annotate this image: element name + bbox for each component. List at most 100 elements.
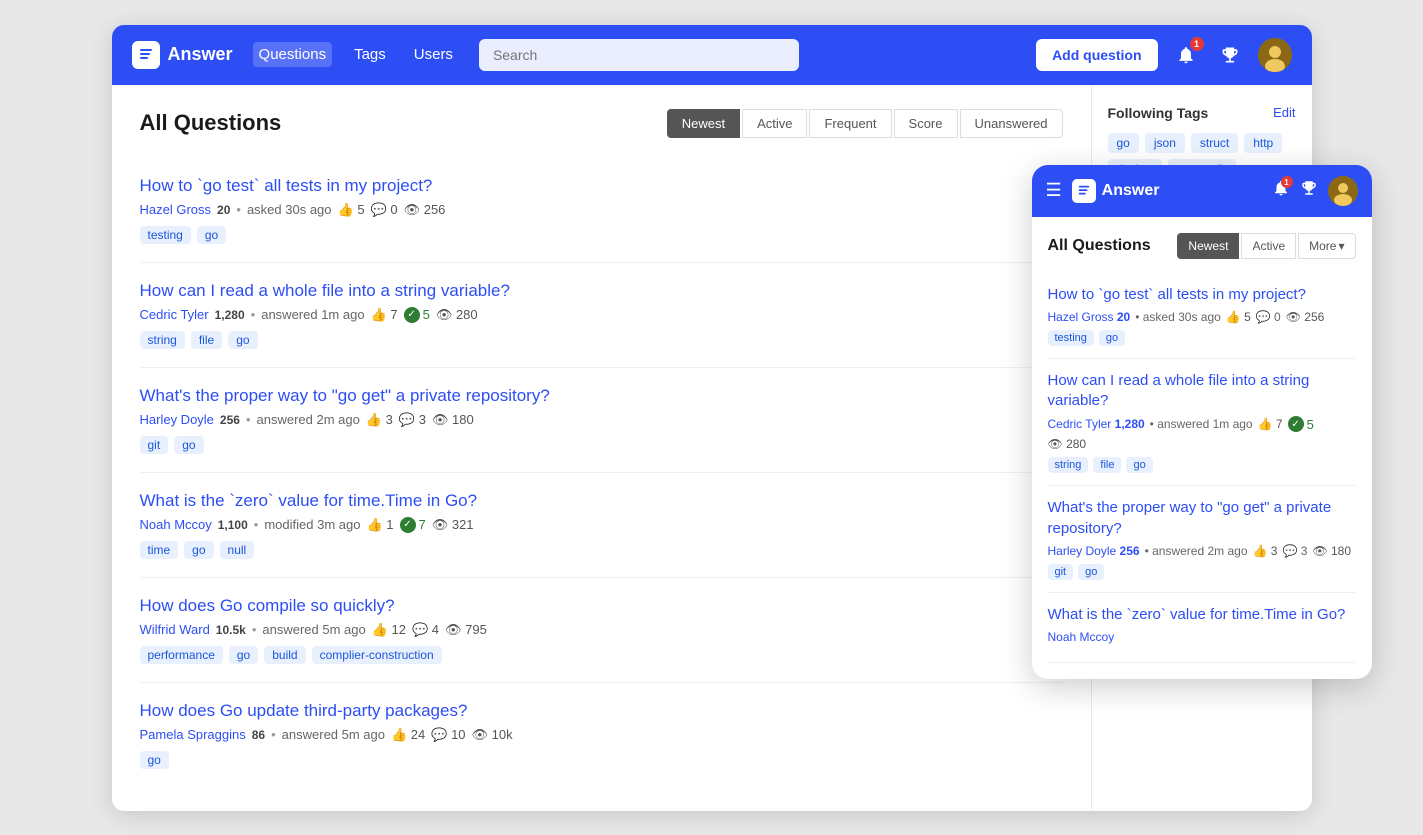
tag[interactable]: string xyxy=(1048,457,1089,473)
view-count: 👁 795 xyxy=(445,622,487,638)
mobile-questions-list: How to `go test` all tests in my project… xyxy=(1048,273,1356,664)
tag[interactable]: git xyxy=(1048,564,1074,580)
hamburger-button[interactable]: ☰ xyxy=(1046,180,1062,201)
question-title[interactable]: How to `go test` all tests in my project… xyxy=(140,176,1063,196)
question-title[interactable]: What is the `zero` value for time.Time i… xyxy=(1048,605,1356,625)
tag[interactable]: go xyxy=(229,646,258,664)
question-author[interactable]: Cedric Tyler 1,280 xyxy=(1048,417,1145,431)
questions-list: How to `go test` all tests in my project… xyxy=(140,158,1063,787)
question-author[interactable]: Hazel Gross xyxy=(140,202,212,217)
nav-tags[interactable]: Tags xyxy=(348,42,392,67)
question-tags: testing go xyxy=(1048,330,1356,346)
tag[interactable]: build xyxy=(264,646,305,664)
mobile-trophy-button[interactable] xyxy=(1300,179,1318,202)
question-title[interactable]: How to `go test` all tests in my project… xyxy=(1048,285,1356,305)
filter-unanswered[interactable]: Unanswered xyxy=(960,109,1063,138)
vote-count: 👍 1 xyxy=(366,517,393,533)
tag[interactable]: testing xyxy=(1048,330,1094,346)
logo: Answer xyxy=(132,41,233,69)
filter-newest[interactable]: Newest xyxy=(667,109,740,138)
view-count: 👁 280 xyxy=(436,307,478,323)
answer-count: ✓ 5 xyxy=(404,307,430,323)
following-tags-header: Following Tags Edit xyxy=(1108,105,1296,121)
tag[interactable]: complier-construction xyxy=(312,646,442,664)
question-meta: Noah Mccoy 1,100 • modified 3m ago 👍 1 ✓… xyxy=(140,517,1063,533)
question-author[interactable]: Pamela Spraggins xyxy=(140,727,246,742)
add-question-button[interactable]: Add question xyxy=(1036,39,1157,71)
answer-count: 💬 3 xyxy=(399,412,426,428)
sidebar-tag[interactable]: http xyxy=(1244,133,1282,153)
tag[interactable]: testing xyxy=(140,226,191,244)
tag[interactable]: go xyxy=(174,436,203,454)
question-title[interactable]: What is the `zero` value for time.Time i… xyxy=(140,491,1063,511)
mobile-filter-active[interactable]: Active xyxy=(1241,233,1296,259)
question-title[interactable]: How can I read a whole file into a strin… xyxy=(1048,371,1356,412)
tag[interactable]: go xyxy=(140,751,169,769)
question-author[interactable]: Noah Mccoy xyxy=(140,517,212,532)
mobile-logo-svg xyxy=(1077,184,1091,198)
trophy-icon xyxy=(1220,45,1240,65)
sidebar-tag[interactable]: go xyxy=(1108,133,1139,153)
tag[interactable]: file xyxy=(191,331,222,349)
tag[interactable]: go xyxy=(228,331,257,349)
question-tags: testing go xyxy=(140,226,1063,244)
question-meta: Pamela Spraggins 86 • answered 5m ago 👍 … xyxy=(140,727,1063,743)
notification-badge: 1 xyxy=(1190,37,1204,51)
logo-svg xyxy=(138,47,154,63)
question-title[interactable]: What's the proper way to "go get" a priv… xyxy=(1048,498,1356,539)
tag[interactable]: go xyxy=(1126,457,1152,473)
question-author[interactable]: Cedric Tyler xyxy=(140,307,209,322)
tag[interactable]: go xyxy=(1099,330,1125,346)
notifications-button[interactable]: 1 xyxy=(1170,39,1202,71)
vote-count: 👍 24 xyxy=(391,727,425,743)
mobile-user-avatar[interactable] xyxy=(1328,176,1358,206)
question-title[interactable]: How does Go update third-party packages? xyxy=(140,701,1063,721)
tag[interactable]: go xyxy=(1078,564,1104,580)
question-title[interactable]: How does Go compile so quickly? xyxy=(140,596,1063,616)
tag[interactable]: git xyxy=(140,436,169,454)
mobile-filter-newest[interactable]: Newest xyxy=(1177,233,1239,259)
sidebar-tag[interactable]: struct xyxy=(1191,133,1238,153)
tag[interactable]: time xyxy=(140,541,179,559)
nav-questions[interactable]: Questions xyxy=(253,42,333,67)
mobile-questions-header: All Questions Newest Active More ▾ xyxy=(1048,233,1356,259)
mobile-window: ☰ Answer 1 xyxy=(1032,165,1372,680)
sidebar-tag[interactable]: json xyxy=(1145,133,1185,153)
question-author[interactable]: Harley Doyle 256 xyxy=(1048,544,1140,558)
tag[interactable]: string xyxy=(140,331,185,349)
view-count: 👁 321 xyxy=(432,517,474,533)
header-actions: Add question 1 xyxy=(1036,38,1291,72)
question-title[interactable]: What's the proper way to "go get" a priv… xyxy=(140,386,1063,406)
tag[interactable]: null xyxy=(220,541,255,559)
tag[interactable]: go xyxy=(184,541,213,559)
author-rep: 20 xyxy=(217,203,230,217)
question-title[interactable]: How can I read a whole file into a strin… xyxy=(140,281,1063,301)
tag[interactable]: performance xyxy=(140,646,223,664)
filter-score[interactable]: Score xyxy=(894,109,958,138)
questions-header: All Questions Newest Active Frequent Sco… xyxy=(140,109,1063,138)
question-item: How can I read a whole file into a strin… xyxy=(1048,359,1356,487)
mobile-notifications-button[interactable]: 1 xyxy=(1272,179,1290,202)
mobile-content: All Questions Newest Active More ▾ How t… xyxy=(1032,217,1372,680)
filter-tabs: Newest Active Frequent Score Unanswered xyxy=(667,109,1063,138)
question-author[interactable]: Hazel Gross 20 xyxy=(1048,310,1131,324)
time-label: modified 3m ago xyxy=(264,517,360,532)
answer-count: 💬 0 xyxy=(371,202,398,218)
tag[interactable]: file xyxy=(1093,457,1121,473)
search-input[interactable] xyxy=(479,39,799,71)
question-author[interactable]: Harley Doyle xyxy=(140,412,214,427)
mobile-filter-more[interactable]: More ▾ xyxy=(1298,233,1355,259)
vote-count: 👍 3 xyxy=(366,412,393,428)
question-author[interactable]: Wilfrid Ward xyxy=(140,622,210,637)
user-avatar[interactable] xyxy=(1258,38,1292,72)
edit-tags-link[interactable]: Edit xyxy=(1273,105,1295,120)
filter-active[interactable]: Active xyxy=(742,109,807,138)
question-author[interactable]: Noah Mccoy xyxy=(1048,630,1115,644)
page-title: All Questions xyxy=(140,110,282,136)
tag[interactable]: go xyxy=(197,226,226,244)
mobile-avatar-image xyxy=(1328,176,1358,206)
logo-icon xyxy=(132,41,160,69)
filter-frequent[interactable]: Frequent xyxy=(809,109,891,138)
nav-users[interactable]: Users xyxy=(408,42,459,67)
trophy-button[interactable] xyxy=(1214,39,1246,71)
